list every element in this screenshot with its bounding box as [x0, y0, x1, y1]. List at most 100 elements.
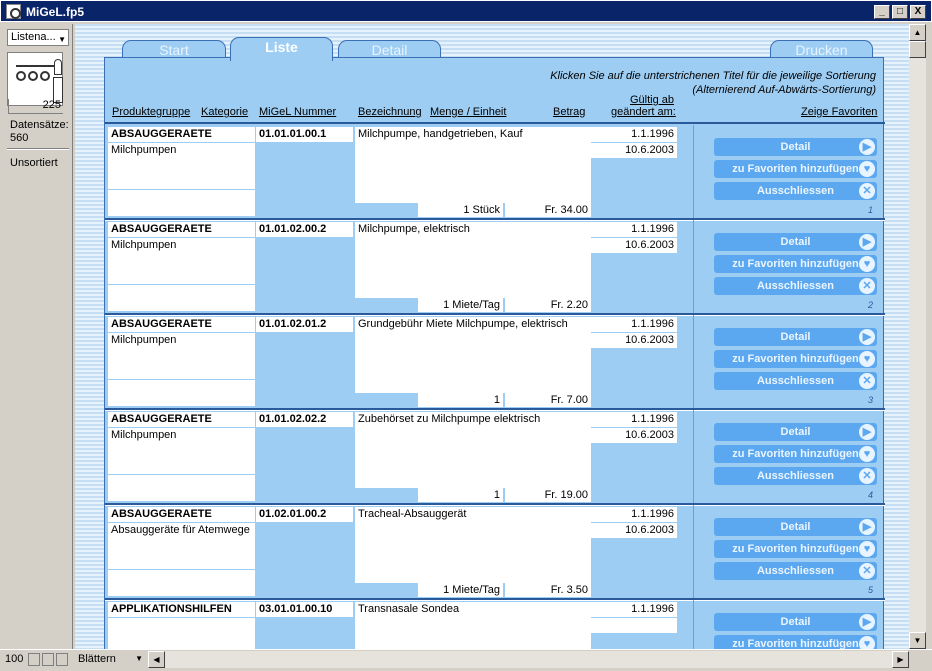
- add-favorite-button[interactable]: zu Favoriten hinzufügen ♥: [714, 540, 877, 558]
- record-geaendert-am[interactable]: 10.6.2003: [591, 143, 677, 158]
- mode-select[interactable]: Blättern ▼: [75, 652, 145, 668]
- record-bezeichnung[interactable]: Grundgebühr Miete Milchpumpe, elektrisch: [355, 317, 591, 393]
- vertical-scrollbar[interactable]: ▲ ▼: [909, 24, 926, 649]
- zoom-in-icon[interactable]: [42, 653, 54, 666]
- close-button[interactable]: X: [910, 5, 926, 19]
- status-toggle-icon[interactable]: [56, 653, 68, 666]
- record-blank-field[interactable]: [108, 570, 255, 596]
- record-produktegruppe[interactable]: ABSAUGGERAETE: [108, 127, 255, 142]
- record-gueltig-ab[interactable]: 1.1.1996: [591, 507, 677, 522]
- record-menge[interactable]: 1 Stück: [418, 203, 503, 217]
- record-betrag[interactable]: Fr. 34.00: [505, 203, 591, 217]
- record-kategorie[interactable]: [108, 618, 255, 649]
- sort-produktegruppe[interactable]: Produktegruppe: [112, 106, 190, 118]
- layout-select[interactable]: Listena... ▼: [7, 29, 69, 46]
- record-geaendert-am[interactable]: 10.6.2003: [591, 523, 677, 538]
- record-page-number[interactable]: 225: [8, 99, 63, 114]
- sort-gueltig[interactable]: Gültig ab: [630, 94, 674, 106]
- record-migel-nummer[interactable]: 01.01.02.00.2: [256, 222, 353, 237]
- record-produktegruppe[interactable]: ABSAUGGERAETE: [108, 507, 255, 522]
- record-number: 2: [868, 300, 874, 310]
- record-migel-nummer[interactable]: 01.01.01.00.1: [256, 127, 353, 142]
- record-betrag[interactable]: Fr. 2.20: [505, 298, 591, 312]
- sort-kategorie[interactable]: Kategorie: [201, 106, 248, 118]
- detail-button[interactable]: Detail ▶: [714, 423, 877, 441]
- horizontal-scrollbar[interactable]: ◀ ▶: [148, 651, 909, 668]
- record-bezeichnung[interactable]: Milchpumpe, handgetrieben, Kauf: [355, 127, 591, 203]
- record-menge[interactable]: 1: [418, 488, 503, 502]
- scroll-down-icon[interactable]: ▼: [909, 632, 926, 649]
- record-kategorie[interactable]: Absauggeräte für Atemwege: [108, 523, 255, 569]
- add-favorite-button[interactable]: zu Favoriten hinzufügen ♥: [714, 255, 877, 273]
- record-menge[interactable]: 1 Miete/Tag: [418, 298, 503, 312]
- record-gueltig-ab[interactable]: 1.1.1996: [591, 412, 677, 427]
- record-produktegruppe[interactable]: APPLIKATIONSHILFEN: [108, 602, 255, 617]
- record-kategorie[interactable]: Milchpumpen: [108, 333, 255, 379]
- record-bezeichnung[interactable]: Transnasale Sondea: [355, 602, 591, 649]
- record-gueltig-ab[interactable]: 1.1.1996: [591, 222, 677, 237]
- detail-button-label: Detail: [780, 616, 811, 628]
- zoom-out-icon[interactable]: [28, 653, 40, 666]
- book-tab-icon[interactable]: [54, 59, 62, 75]
- record-geaendert-am[interactable]: 10.6.2003: [591, 238, 677, 253]
- scroll-thumb[interactable]: [909, 41, 926, 58]
- detail-button[interactable]: Detail ▶: [714, 233, 877, 251]
- record-geaendert-am[interactable]: 10.6.2003: [591, 428, 677, 443]
- record-migel-nummer[interactable]: 01.01.02.02.2: [256, 412, 353, 427]
- record-migel-nummer[interactable]: 01.01.02.01.2: [256, 317, 353, 332]
- record-migel-nummer[interactable]: 01.02.01.00.2: [256, 507, 353, 522]
- record-menge[interactable]: 1 Miete/Tag: [418, 583, 503, 597]
- record-kategorie[interactable]: Milchpumpen: [108, 428, 255, 474]
- record-bezeichnung[interactable]: Zubehörset zu Milchpumpe elektrisch: [355, 412, 591, 488]
- show-favorites-link[interactable]: Zeige Favoriten: [801, 106, 877, 118]
- exclude-button[interactable]: Ausschliessen ✕: [714, 467, 877, 485]
- record-betrag[interactable]: Fr. 7.00: [505, 393, 591, 407]
- detail-button[interactable]: Detail ▶: [714, 138, 877, 156]
- minimize-button[interactable]: _: [874, 5, 890, 19]
- record-migel-nummer[interactable]: 03.01.01.00.10: [256, 602, 353, 617]
- record-geaendert-am[interactable]: 10.6.2003: [591, 333, 677, 348]
- record-blank-field[interactable]: [108, 475, 255, 501]
- tab-liste[interactable]: Liste: [230, 37, 333, 61]
- sort-menge[interactable]: Menge / Einheit: [430, 106, 506, 118]
- scroll-right-icon[interactable]: ▶: [892, 651, 909, 668]
- record-bezeichnung[interactable]: Milchpumpe, elektrisch: [355, 222, 591, 298]
- add-favorite-button[interactable]: zu Favoriten hinzufügen ♥: [714, 445, 877, 463]
- scroll-up-icon[interactable]: ▲: [909, 24, 926, 41]
- add-favorite-button[interactable]: zu Favoriten hinzufügen ♥: [714, 350, 877, 368]
- maximize-button[interactable]: □: [892, 5, 908, 19]
- record-menge[interactable]: 1: [418, 393, 503, 407]
- record-blank-field[interactable]: [108, 190, 255, 216]
- add-favorite-button-label: zu Favoriten hinzufügen: [732, 638, 859, 649]
- add-favorite-button[interactable]: zu Favoriten hinzufügen ♥: [714, 635, 877, 649]
- scroll-left-icon[interactable]: ◀: [148, 651, 165, 668]
- record-geaendert-am[interactable]: [591, 618, 677, 633]
- exclude-button[interactable]: Ausschliessen ✕: [714, 182, 877, 200]
- record-produktegruppe[interactable]: ABSAUGGERAETE: [108, 317, 255, 332]
- record-gueltig-ab[interactable]: 1.1.1996: [591, 602, 677, 617]
- record-kategorie[interactable]: Milchpumpen: [108, 238, 255, 284]
- record-produktegruppe[interactable]: ABSAUGGERAETE: [108, 412, 255, 427]
- record-betrag[interactable]: Fr. 3.50: [505, 583, 591, 597]
- exclude-button[interactable]: Ausschliessen ✕: [714, 277, 877, 295]
- record-produktegruppe[interactable]: ABSAUGGERAETE: [108, 222, 255, 237]
- record-bezeichnung[interactable]: Tracheal-Absauggerät: [355, 507, 591, 583]
- record-gueltig-ab[interactable]: 1.1.1996: [591, 127, 677, 142]
- sort-bezeichnung[interactable]: Bezeichnung: [358, 106, 422, 118]
- add-favorite-button[interactable]: zu Favoriten hinzufügen ♥: [714, 160, 877, 178]
- sort-migel-nummer[interactable]: MiGeL Nummer: [259, 106, 336, 118]
- record-blank-field[interactable]: [108, 380, 255, 406]
- exclude-button[interactable]: Ausschliessen ✕: [714, 372, 877, 390]
- record-book-icon[interactable]: [7, 52, 63, 106]
- record-betrag[interactable]: Fr. 19.00: [505, 488, 591, 502]
- column-divider: [693, 125, 694, 218]
- detail-button[interactable]: Detail ▶: [714, 613, 877, 631]
- exclude-button[interactable]: Ausschliessen ✕: [714, 562, 877, 580]
- sort-geaendert[interactable]: geändert am:: [611, 106, 676, 118]
- record-kategorie[interactable]: Milchpumpen: [108, 143, 255, 189]
- detail-button[interactable]: Detail ▶: [714, 518, 877, 536]
- record-blank-field[interactable]: [108, 285, 255, 311]
- record-gueltig-ab[interactable]: 1.1.1996: [591, 317, 677, 332]
- detail-button[interactable]: Detail ▶: [714, 328, 877, 346]
- sort-betrag[interactable]: Betrag: [553, 106, 585, 118]
